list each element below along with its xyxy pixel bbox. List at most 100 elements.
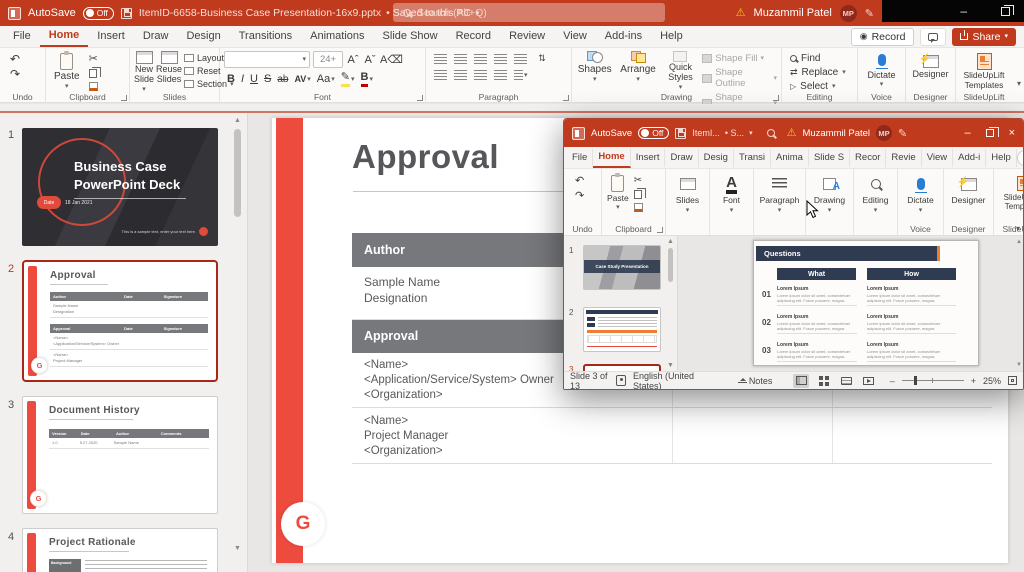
notes-button[interactable]: Notes xyxy=(738,376,773,386)
copy-icon[interactable] xyxy=(634,190,642,199)
grow-font-icon[interactable]: Aˆ xyxy=(346,54,360,66)
pen-icon[interactable]: ✎ xyxy=(898,127,907,140)
dialog-launcher-icon[interactable] xyxy=(121,95,127,101)
designer-group[interactable]: ⚡ Designer Designer xyxy=(944,169,994,235)
slides-dropdown[interactable]: Slides ▾ xyxy=(666,169,710,235)
slideshow-button[interactable] xyxy=(861,374,877,388)
thumbnail-scrollbar[interactable]: ▲ ▼ xyxy=(232,117,243,568)
shapes-button[interactable]: Shapes ▾ xyxy=(576,51,613,83)
tab-record[interactable]: Recor xyxy=(850,149,886,167)
quick-styles-button[interactable]: Quick Styles ▾ xyxy=(663,51,699,91)
slide-thumbnail-4[interactable]: Project Rationale Background xyxy=(22,528,218,572)
document-title[interactable]: ItemI... xyxy=(692,128,720,138)
tab-home[interactable]: Home xyxy=(40,26,89,47)
overlay-thumbnail-1[interactable]: Case Study Presentation xyxy=(583,245,661,290)
maximize-button[interactable] xyxy=(986,129,994,137)
tab-transitions[interactable]: Transi xyxy=(734,149,771,167)
scroll-up-icon[interactable]: ▲ xyxy=(1016,239,1022,245)
document-title[interactable]: ItemID-6658-Business Case Presentation-1… xyxy=(139,7,381,19)
redo-icon[interactable]: ↷ xyxy=(575,191,598,202)
scroll-down-icon[interactable]: ▼ xyxy=(666,362,675,369)
record-button[interactable]: ◉Record xyxy=(851,28,915,46)
indent-decrease-icon[interactable] xyxy=(474,54,487,64)
change-case-button[interactable]: Aa▾ xyxy=(317,73,335,85)
font-name-input[interactable]: ▾ xyxy=(224,51,310,68)
shrink-font-icon[interactable]: Aˇ xyxy=(363,54,377,66)
tab-add-ins[interactable]: Add-i xyxy=(953,149,986,167)
strikethrough-button[interactable]: S xyxy=(264,73,271,85)
questions-slide-canvas[interactable]: Questions What How 01 Lorem IpsumLorem i… xyxy=(753,240,979,366)
italic-button[interactable]: I xyxy=(241,73,244,85)
paste-button[interactable]: Paste ▾ xyxy=(605,173,631,213)
reading-view-button[interactable] xyxy=(839,374,855,388)
search-icon[interactable] xyxy=(767,129,775,137)
overlay-powerpoint-window[interactable]: AutoSave Off ItemI... • S... ▾ ⚠ Muzammi… xyxy=(563,118,1024,390)
tab-animations[interactable]: Animations xyxy=(301,27,373,46)
numbering-icon[interactable] xyxy=(454,54,467,64)
tab-view[interactable]: View xyxy=(922,149,953,167)
font-dropdown[interactable]: A Font ▾ xyxy=(710,169,754,235)
tab-file[interactable]: File xyxy=(4,27,40,46)
bold-button[interactable]: B xyxy=(227,73,235,85)
tab-insert[interactable]: Insert xyxy=(631,149,666,167)
dialog-launcher-icon[interactable] xyxy=(657,227,663,233)
select-button[interactable]: ▷Select▾ xyxy=(790,79,853,93)
tab-insert[interactable]: Insert xyxy=(88,27,134,46)
thumbnail-scrollbar[interactable]: ▲ ▼ xyxy=(666,238,675,369)
zoom-slider-thumb[interactable] xyxy=(914,376,917,385)
arrange-button[interactable]: Arrange ▾ xyxy=(617,51,658,83)
avatar[interactable]: MP xyxy=(840,5,857,22)
bullets-icon[interactable] xyxy=(434,54,447,64)
tab-slide-show[interactable]: Slide S xyxy=(809,149,850,167)
copy-icon[interactable] xyxy=(89,69,97,78)
tab-design[interactable]: Design xyxy=(177,27,229,46)
scroll-up-icon[interactable]: ▲ xyxy=(232,117,243,124)
reuse-slides-button[interactable]: Reuse Slides xyxy=(156,51,182,85)
editing-dropdown[interactable]: Editing ▾ xyxy=(854,169,898,235)
dialog-launcher-icon[interactable] xyxy=(417,95,423,101)
cut-icon[interactable]: ✂ xyxy=(634,176,643,186)
tab-review[interactable]: Review xyxy=(500,27,554,46)
tab-home[interactable]: Home xyxy=(593,148,630,168)
normal-view-button[interactable] xyxy=(793,374,809,388)
text-direction-icon[interactable]: ⇅ xyxy=(534,53,550,64)
find-button[interactable]: Find xyxy=(790,51,853,65)
scrollbar-thumb[interactable] xyxy=(234,129,241,217)
chevron-down-icon[interactable]: ▾ xyxy=(749,130,753,137)
redo-icon[interactable]: ↷ xyxy=(10,68,41,80)
font-color-button[interactable]: B▾ xyxy=(361,72,373,87)
dialog-launcher-icon[interactable] xyxy=(563,95,569,101)
line-spacing-icon[interactable] xyxy=(514,54,527,64)
tab-add-ins[interactable]: Add-ins xyxy=(596,27,651,46)
user-name[interactable]: Muzammil Patel xyxy=(802,128,870,139)
cut-icon[interactable]: ✂ xyxy=(89,54,98,65)
ab-strike-icon[interactable]: ab xyxy=(277,74,288,85)
tab-file[interactable]: File xyxy=(567,149,593,167)
slideuplift-templates-button[interactable]: SlideUpLift Templates xyxy=(960,51,1008,91)
tab-transitions[interactable]: Transitions xyxy=(230,27,301,46)
tab-design[interactable]: Desig xyxy=(699,149,734,167)
format-painter-icon[interactable] xyxy=(89,82,98,91)
shape-fill-button[interactable]: Shape Fill▾ xyxy=(702,53,777,64)
tab-draw[interactable]: Draw xyxy=(665,149,698,167)
tab-animations[interactable]: Anima xyxy=(771,149,809,167)
clear-formatting-icon[interactable]: A⌫ xyxy=(380,53,402,66)
record-button[interactable]: ◉ xyxy=(1017,150,1024,166)
indent-increase-icon[interactable] xyxy=(494,54,507,64)
save-icon[interactable] xyxy=(121,8,132,19)
zoom-slider[interactable] xyxy=(902,380,964,381)
search-input[interactable]: Search (Alt+Q) xyxy=(393,3,665,22)
slide-title[interactable]: Approval xyxy=(352,138,499,176)
warning-icon[interactable]: ⚠ xyxy=(736,8,746,19)
tab-slide-show[interactable]: Slide Show xyxy=(374,27,447,46)
close-button[interactable]: × xyxy=(1009,127,1015,139)
font-size-input[interactable]: 24+ xyxy=(313,51,343,68)
underline-button[interactable]: U xyxy=(250,73,258,85)
minimize-button[interactable]: – xyxy=(960,5,967,17)
share-button[interactable]: Share▾ xyxy=(952,28,1016,46)
dialog-launcher-icon[interactable] xyxy=(773,95,779,101)
accessibility-icon[interactable] xyxy=(616,375,626,386)
tab-record[interactable]: Record xyxy=(447,27,500,46)
pen-icon[interactable]: ✎ xyxy=(865,7,874,20)
shape-outline-button[interactable]: Shape Outline▾ xyxy=(702,67,777,89)
